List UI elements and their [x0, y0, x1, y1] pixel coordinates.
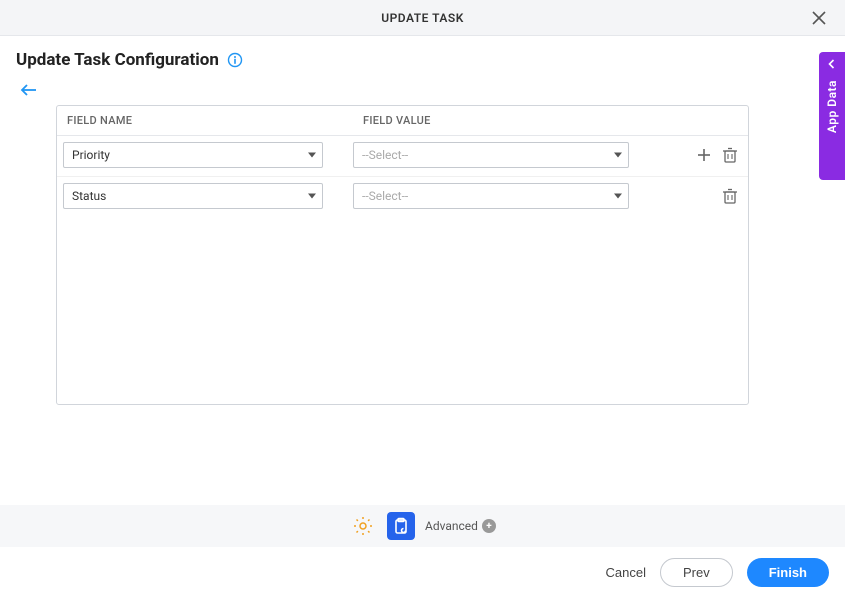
settings-gear-icon[interactable]	[349, 512, 377, 540]
chevron-left-icon	[827, 58, 837, 72]
dropdown-text: Status	[72, 189, 106, 203]
plus-circle-icon: +	[482, 519, 496, 533]
advanced-link[interactable]: Advanced +	[425, 519, 496, 533]
info-icon[interactable]	[227, 52, 243, 68]
table-header: FIELD NAME FIELD VALUE	[57, 106, 748, 136]
footer-toolbar: Advanced +	[0, 505, 845, 547]
advanced-label: Advanced	[425, 519, 478, 533]
close-icon[interactable]	[809, 8, 829, 28]
add-row-icon[interactable]	[694, 145, 714, 165]
table-row: Status --Select--	[57, 177, 748, 213]
row-actions	[694, 145, 742, 165]
config-table: FIELD NAME FIELD VALUE Priority --Select…	[56, 105, 749, 405]
field-value-dropdown[interactable]: --Select--	[353, 183, 629, 209]
modal-title: UPDATE TASK	[381, 11, 464, 25]
table-row: Priority --Select--	[57, 136, 748, 177]
field-name-dropdown[interactable]: Status	[63, 183, 323, 209]
chevron-down-icon	[614, 153, 622, 158]
cancel-button[interactable]: Cancel	[606, 565, 646, 580]
bottom-buttons: Cancel Prev Finish	[606, 558, 829, 587]
clipboard-icon[interactable]	[387, 512, 415, 540]
field-value-dropdown[interactable]: --Select--	[353, 142, 629, 168]
dropdown-placeholder: --Select--	[362, 148, 408, 162]
row-actions	[720, 186, 742, 206]
dropdown-text: Priority	[72, 148, 110, 162]
page-title: Update Task Configuration	[16, 50, 219, 70]
chevron-down-icon	[614, 194, 622, 199]
column-header-field-value: FIELD VALUE	[359, 114, 742, 127]
back-arrow-icon[interactable]	[20, 83, 38, 97]
page-title-row: Update Task Configuration	[16, 50, 829, 70]
column-header-field-name: FIELD NAME	[63, 114, 359, 127]
content-area: Update Task Configuration FIELD NAME FIE…	[0, 36, 845, 405]
chevron-down-icon	[308, 194, 316, 199]
prev-button[interactable]: Prev	[660, 558, 733, 587]
modal-header: UPDATE TASK	[0, 0, 845, 36]
delete-row-icon[interactable]	[720, 145, 740, 165]
app-data-side-tab[interactable]: App Data	[819, 52, 845, 180]
chevron-down-icon	[308, 153, 316, 158]
delete-row-icon[interactable]	[720, 186, 740, 206]
field-name-dropdown[interactable]: Priority	[63, 142, 323, 168]
table-body: Priority --Select--	[57, 136, 748, 213]
finish-button[interactable]: Finish	[747, 558, 829, 587]
dropdown-placeholder: --Select--	[362, 189, 408, 203]
side-tab-label: App Data	[825, 80, 839, 133]
